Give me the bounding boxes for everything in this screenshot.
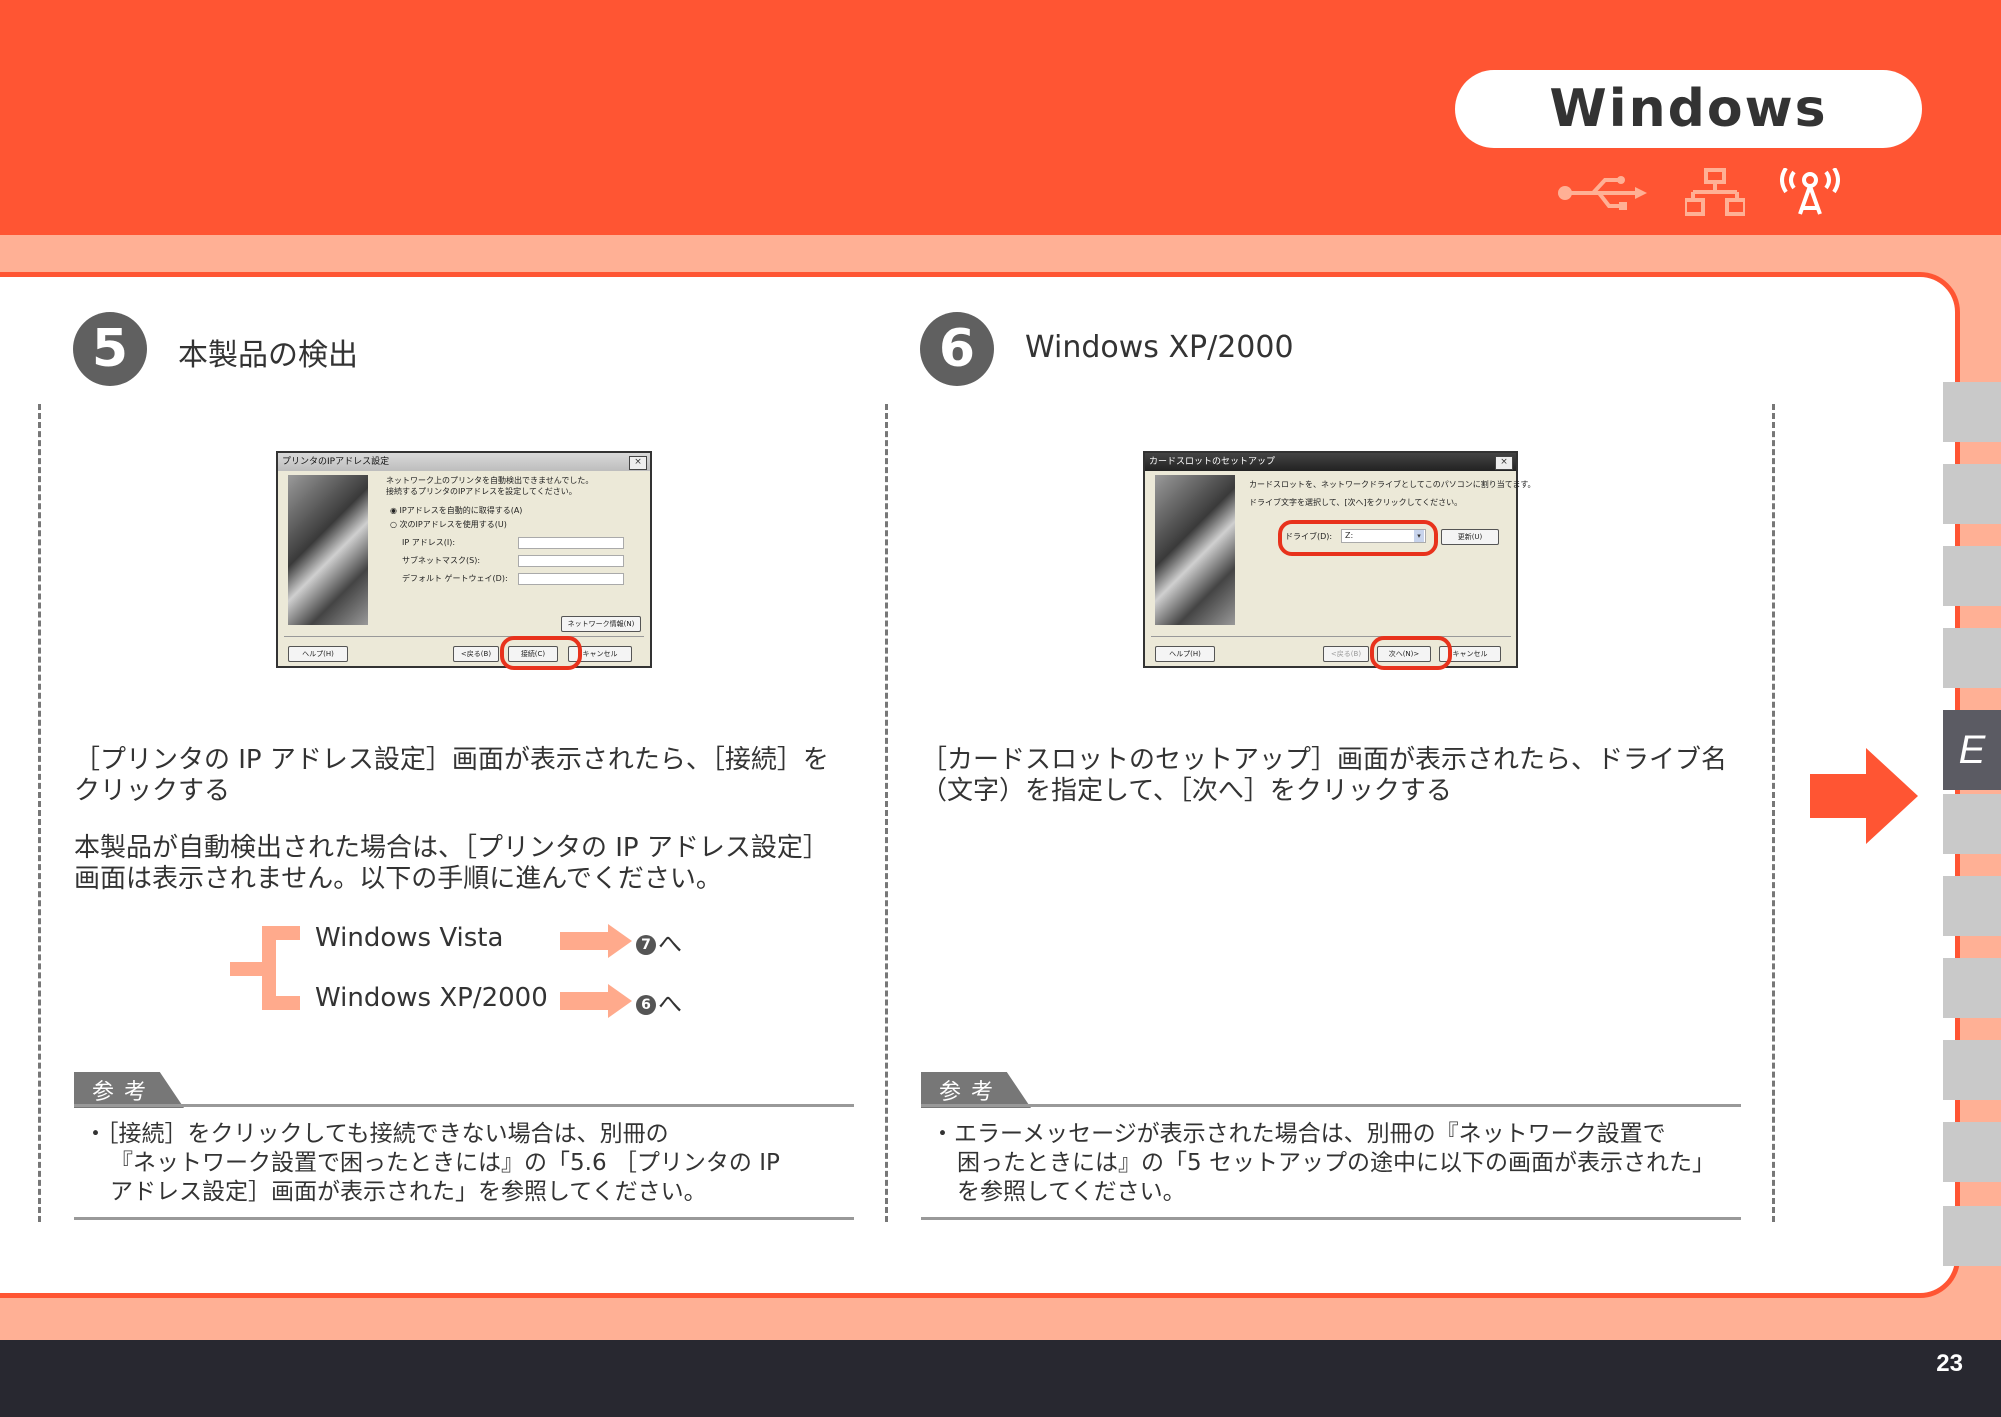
step-ref-badge: 6 — [636, 995, 656, 1015]
back-button[interactable]: <戻る(B) — [1323, 646, 1369, 662]
reference-rule — [74, 1104, 854, 1107]
note-line: 本製品が自動検出された場合は、［プリンタの IP アドレス設定］ — [74, 833, 829, 863]
reference-line: ・エラーメッセージが表示された場合は、別冊の『ネットワーク設置で — [931, 1121, 1666, 1147]
dialog-message: カードスロットを、ネットワークドライブとしてこのパソコンに割り当てます。 — [1249, 480, 1536, 489]
dialog-message: ドライブ文字を選択して、[次へ]をクリックしてください。 — [1249, 498, 1463, 507]
radio-label: IPアドレスを自動的に取得する(A) — [399, 506, 523, 515]
dialog-illustration — [288, 475, 368, 625]
next-page-arrow-icon — [1810, 748, 1918, 844]
reference-text: ・［接続］をクリックしても接続できない場合は、別冊の 『ネットワーク設置で困った… — [84, 1120, 780, 1207]
reference-line: 困ったときには』の「5 セットアップの途中に以下の画面が表示された」 — [957, 1150, 1715, 1176]
next-button-highlight — [1370, 636, 1452, 670]
gateway-label: デフォルト ゲートウェイ(D): — [402, 574, 508, 583]
column-divider — [38, 404, 41, 1222]
drive-select-highlight — [1278, 520, 1438, 556]
reference-line: を参照してください。 — [957, 1179, 1186, 1205]
radio-auto-ip[interactable]: ◉ IPアドレスを自動的に取得する(A) — [390, 505, 522, 516]
column-divider — [885, 404, 888, 1222]
side-tab[interactable] — [1943, 464, 2001, 524]
side-tab[interactable] — [1943, 794, 2001, 854]
dialog-title: カードスロットのセットアップ — [1145, 453, 1516, 471]
back-button[interactable]: <戻る(B) — [453, 646, 499, 662]
card-slot-setup-dialog: カードスロットのセットアップ × カードスロットを、ネットワークドライブとしてこ… — [1143, 451, 1536, 668]
reference-line: アドレス設定］画面が表示された」を参照してください。 — [110, 1179, 707, 1205]
ip-address-label: IP アドレス(I): — [402, 538, 456, 547]
reference-rule — [921, 1104, 1741, 1107]
radio-manual-ip[interactable]: ○ 次のIPアドレスを使用する(U) — [390, 519, 507, 530]
reference-text: ・エラーメッセージが表示された場合は、別冊の『ネットワーク設置で 困ったときには… — [931, 1120, 1715, 1207]
flow-target[interactable]: 6へ — [636, 984, 682, 1019]
step-number-badge: 5 — [73, 312, 147, 386]
close-icon[interactable]: × — [1495, 456, 1513, 470]
wireless-icon — [1780, 168, 1840, 215]
connect-button-highlight — [500, 636, 582, 670]
usb-icon — [1558, 176, 1647, 210]
step-ref-badge: 7 — [636, 935, 656, 955]
side-tab-active[interactable]: E — [1943, 710, 2001, 790]
flow-os-label: Windows Vista — [315, 923, 504, 953]
network-info-button[interactable]: ネットワーク情報(N) — [561, 616, 641, 632]
subnet-mask-label: サブネットマスク(S): — [402, 556, 481, 565]
os-label-pill: Windows — [1455, 70, 1922, 148]
side-tab[interactable] — [1943, 546, 2001, 606]
dialog-illustration — [1155, 475, 1235, 625]
instruction-line: ［プリンタの IP アドレス設定］画面が表示されたら、［接続］を — [74, 745, 829, 775]
side-tab[interactable] — [1943, 958, 2001, 1018]
step5-instruction: ［プリンタの IP アドレス設定］画面が表示されたら、［接続］を クリックする — [74, 745, 829, 807]
step-number-badge: 6 — [920, 312, 994, 386]
flow-bracket — [230, 926, 300, 1010]
side-tab[interactable] — [1943, 628, 2001, 688]
footer-bar — [0, 1340, 2001, 1417]
network-icon — [1685, 168, 1745, 216]
instruction-line: （文字）を指定して、［次へ］をクリックする — [921, 776, 1452, 806]
dialog-message: ネットワーク上のプリンタを自動検出できませんでした。 — [386, 476, 594, 485]
help-button[interactable]: ヘルプ(H) — [1155, 646, 1215, 662]
column-divider — [1772, 404, 1775, 1222]
close-icon[interactable]: × — [629, 456, 647, 470]
ip-address-dialog: プリンタのIPアドレス設定 × ネットワーク上のプリンタを自動検出できませんでし… — [276, 451, 652, 668]
side-tab[interactable] — [1943, 1122, 2001, 1182]
side-tab[interactable] — [1943, 876, 2001, 936]
refresh-button[interactable]: 更新(U) — [1441, 529, 1499, 545]
flow-target[interactable]: 7へ — [636, 924, 682, 959]
note-line: 画面は表示されません。以下の手順に進んでください。 — [74, 864, 722, 894]
flow-target-suffix: へ — [658, 930, 682, 958]
help-button[interactable]: ヘルプ(H) — [288, 646, 348, 662]
side-tab[interactable] — [1943, 382, 2001, 442]
section-bottom-rule — [921, 1217, 1741, 1220]
step-title: 本製品の検出 — [178, 338, 358, 373]
side-tab[interactable] — [1943, 1206, 2001, 1266]
reference-line: ・［接続］をクリックしても接続できない場合は、別冊の — [84, 1121, 669, 1147]
radio-label: 次のIPアドレスを使用する(U) — [399, 520, 507, 529]
step5-note: 本製品が自動検出された場合は、［プリンタの IP アドレス設定］ 画面は表示され… — [74, 833, 829, 895]
gateway-field[interactable] — [518, 573, 624, 585]
ip-address-field[interactable] — [518, 537, 624, 549]
flow-target-suffix: へ — [658, 990, 682, 1018]
flow-os-label: Windows XP/2000 — [315, 983, 548, 1013]
subnet-mask-field[interactable] — [518, 555, 624, 567]
step-title: Windows XP/2000 — [1025, 330, 1294, 365]
flow-arrow-icon — [560, 924, 632, 958]
page-number: 23 — [1936, 1350, 1963, 1377]
reference-line: 『ネットワーク設置で困ったときには』の「5.6 ［プリンタの IP — [110, 1150, 780, 1176]
section-bottom-rule — [74, 1217, 854, 1220]
dialog-separator — [1151, 636, 1511, 637]
dialog-message: 接続するプリンタのIPアドレスを設定してください。 — [386, 487, 577, 496]
dialog-title: プリンタのIPアドレス設定 — [278, 453, 650, 471]
dialog-separator — [284, 636, 644, 637]
step6-instruction: ［カードスロットのセットアップ］画面が表示されたら、ドライブ名 （文字）を指定し… — [921, 745, 1727, 807]
instruction-line: クリックする — [74, 776, 231, 806]
instruction-line: ［カードスロットのセットアップ］画面が表示されたら、ドライブ名 — [921, 745, 1728, 775]
side-tab[interactable] — [1943, 1040, 2001, 1100]
flow-arrow-icon — [560, 984, 632, 1018]
